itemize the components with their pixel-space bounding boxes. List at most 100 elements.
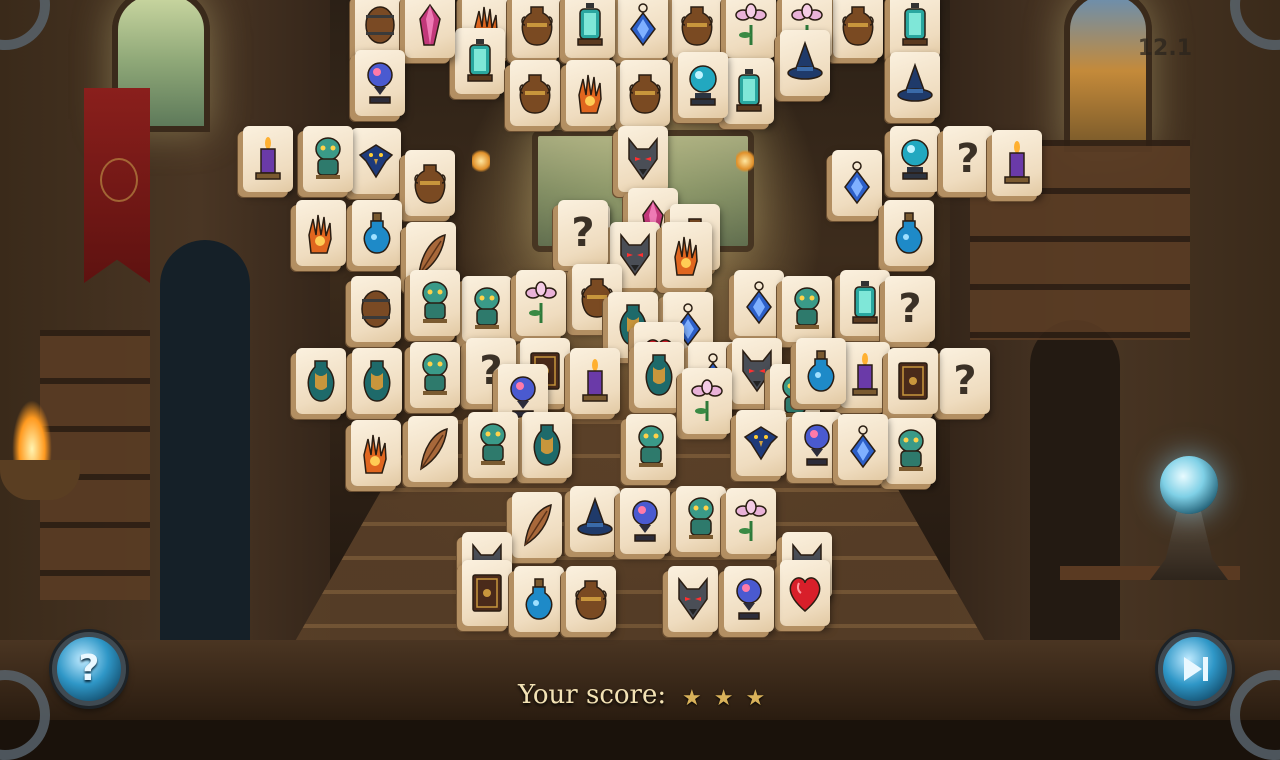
candle-icon [255,137,281,180]
tile-amphora[interactable] [405,150,455,216]
tile-golem[interactable] [782,276,832,342]
tile-lantern[interactable] [565,0,615,58]
tile-potion-bottle[interactable] [514,566,564,632]
crystal-goblet-icon [367,62,393,104]
tile-golem[interactable] [468,412,518,478]
tile-amulet[interactable] [618,0,668,58]
tile-amphora[interactable] [510,60,560,126]
tile-golem[interactable] [303,126,353,192]
tile-amphora[interactable] [672,0,722,58]
tile-wolf[interactable] [618,126,668,192]
amulet-icon [844,161,870,205]
golem-icon [898,429,924,471]
tile-barrel[interactable] [351,276,401,342]
tile-crystal-goblet[interactable] [620,488,670,554]
vase-icon [645,354,673,396]
tile-crystal-goblet[interactable] [355,50,405,116]
tile-golem[interactable] [410,342,460,408]
tile-crow[interactable] [736,410,786,476]
tile-amulet[interactable] [832,150,882,216]
tile-heart-gem[interactable] [780,560,830,626]
tile-lantern[interactable] [724,58,774,124]
tile-crystal-goblet[interactable] [792,412,842,478]
tile-spellbook[interactable] [462,560,512,626]
tile-amphora[interactable] [833,0,883,58]
flame-hand-icon [363,434,387,474]
question-mark-icon: ? [956,136,980,182]
amulet-icon [746,281,772,325]
lantern-icon [577,3,603,46]
tile-question-mark[interactable]: ? [558,200,608,266]
tile-amphora[interactable] [566,566,616,632]
tile-question-mark[interactable]: ? [943,126,993,192]
tile-wolf[interactable] [668,566,718,632]
tile-golem[interactable] [626,414,676,480]
tile-potion-bottle[interactable] [352,200,402,266]
tile-candle[interactable] [243,126,293,192]
tile-lily[interactable] [682,368,732,434]
tile-lily[interactable] [726,488,776,554]
skip-forward-icon [1184,657,1208,681]
tile-vase[interactable] [634,342,684,408]
tile-question-mark[interactable]: ? [940,348,990,414]
vase-icon [533,424,561,466]
barrel-icon [365,6,395,44]
tile-lantern[interactable] [890,0,940,58]
potion-bottle-icon [363,212,391,254]
tile-candle[interactable] [840,342,890,408]
golem-icon [422,353,448,395]
lily-icon [525,281,557,323]
tile-vase[interactable] [522,412,572,478]
tile-flame-hand[interactable] [662,222,712,288]
skip-button[interactable] [1158,632,1232,706]
wolf-icon [678,576,708,621]
tile-candle[interactable] [992,130,1042,196]
tile-vase[interactable] [352,348,402,414]
tile-lantern[interactable] [455,28,505,94]
hint-button[interactable]: ? [52,632,126,706]
tile-lantern[interactable] [840,270,890,336]
tile-spellbook[interactable] [888,348,938,414]
tile-witch-hat[interactable] [570,486,620,552]
tile-vase[interactable] [296,348,346,414]
tile-question-mark[interactable]: ? [885,276,935,342]
tile-crystal-ball[interactable] [890,126,940,192]
lily-icon [691,379,723,421]
heart-gem-icon [789,577,821,612]
tile-lily[interactable] [516,270,566,336]
score-stars: ★ ★ ★ [682,686,765,711]
tile-potion-bottle[interactable] [884,200,934,266]
tile-crystal[interactable] [405,0,455,58]
tile-crystal-goblet[interactable] [724,566,774,632]
tile-amulet[interactable] [734,270,784,336]
tile-golem[interactable] [462,276,512,342]
crystal-goblet-icon [804,424,830,466]
tile-witch-hat[interactable] [780,30,830,96]
tile-golem[interactable] [676,486,726,552]
tile-feather[interactable] [512,492,562,558]
tile-golem[interactable] [886,418,936,484]
potion-bottle-icon [525,578,553,620]
feather-icon [524,503,552,547]
tile-amphora[interactable] [512,0,562,58]
tile-crow[interactable] [351,128,401,194]
tile-flame-hand[interactable] [351,420,401,486]
tile-feather[interactable] [408,416,458,482]
tile-flame-hand[interactable] [566,60,616,126]
tile-amulet[interactable] [838,414,888,480]
flame-hand-icon [674,236,698,276]
tile-flame-hand[interactable] [296,200,346,266]
tile-golem[interactable] [410,270,460,336]
tile-witch-hat[interactable] [890,52,940,118]
tile-lily[interactable] [726,0,776,58]
lily-icon [735,3,767,45]
tile-candle[interactable] [570,348,620,414]
amphora-icon [521,6,553,46]
crystal-ball-icon [901,139,929,180]
lantern-icon [852,281,878,324]
tile-crystal-ball[interactable] [678,52,728,118]
golem-icon [315,137,341,179]
tile-potion-bottle[interactable] [796,338,846,404]
tile-amphora[interactable] [620,60,670,126]
golem-icon [474,287,500,329]
